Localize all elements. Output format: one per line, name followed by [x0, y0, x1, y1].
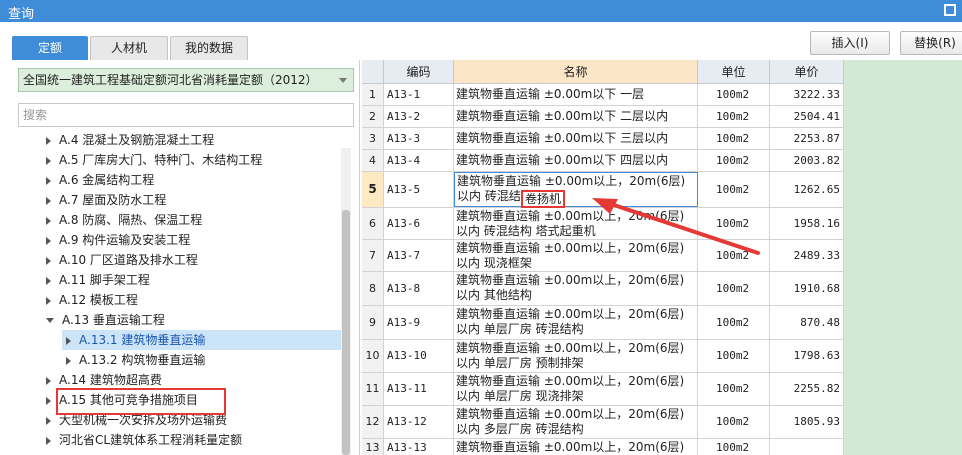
tree-item-expanded[interactable]: A.13 垂直运输工程 [46, 310, 165, 330]
column-header-unit[interactable]: 单位 [698, 60, 770, 84]
tab-materials[interactable]: 人材机 [90, 36, 168, 60]
column-header-price[interactable]: 单价 [770, 60, 844, 84]
tree-item[interactable]: A.5 厂库房大门、特种门、木结构工程 [46, 150, 262, 170]
expand-icon[interactable] [46, 276, 51, 285]
expand-icon[interactable] [66, 356, 71, 365]
left-panel: 全国统一建筑工程基础定额河北省消耗量定额（2012） A.4 混凝土及钢筋混凝土… [10, 60, 360, 455]
side-panel [844, 60, 962, 455]
tree-item[interactable]: A.7 屋面及防水工程 [46, 190, 166, 210]
tree-item[interactable]: A.11 脚手架工程 [46, 270, 150, 290]
expand-icon[interactable] [46, 176, 51, 185]
tree-item[interactable]: A.9 构件运输及安装工程 [46, 230, 190, 250]
table-row[interactable]: 1 A13-1 建筑物垂直运输 ±0.00m以下 一层 100m2 3222.3… [362, 84, 844, 106]
quota-grid: 编码 名称 单位 单价 1 A13-1 建筑物垂直运输 ±0.00m以下 一层 … [362, 60, 844, 455]
expand-icon[interactable] [66, 336, 71, 345]
tree-item-selected[interactable]: A.13.1 建筑物垂直运输 [62, 330, 342, 350]
expand-icon[interactable] [46, 216, 51, 225]
expand-icon[interactable] [46, 436, 51, 445]
search-input[interactable] [18, 103, 354, 127]
table-row[interactable]: 13 A13-13 建筑物垂直运输 ±0.00m以上，20m(6层)以 100m… [362, 439, 844, 455]
table-row[interactable]: 9 A13-9 建筑物垂直运输 ±0.00m以上，20m(6层)以内 单层厂房 … [362, 306, 844, 340]
tree-scrollbar[interactable] [341, 148, 351, 455]
tree-item[interactable]: A.12 模板工程 [46, 290, 138, 310]
expand-icon[interactable] [46, 396, 51, 405]
table-row[interactable]: 3 A13-3 建筑物垂直运输 ±0.00m以下 三层以内 100m2 2253… [362, 128, 844, 150]
column-header-name[interactable]: 名称 [454, 60, 698, 84]
window-titlebar: 查询 [0, 0, 962, 22]
tab-quota[interactable]: 定额 [12, 36, 88, 60]
quota-tree: A.4 混凝土及钢筋混凝土工程 A.5 厂库房大门、特种门、木结构工程 A.6 … [10, 130, 342, 455]
grid-corner [362, 60, 384, 84]
table-row[interactable]: 12 A13-12 建筑物垂直运输 ±0.00m以上，20m(6层)以内 多层厂… [362, 406, 844, 439]
table-row[interactable]: 7 A13-7 建筑物垂直运输 ±0.00m以上，20m(6层)以内 现浇框架 … [362, 240, 844, 272]
tree-item[interactable]: A.10 厂区道路及排水工程 [46, 250, 198, 270]
annotation-highlight-box [56, 388, 226, 415]
window-title: 查询 [8, 7, 35, 22]
replace-button[interactable]: 替换(R) [900, 31, 962, 55]
tree-item[interactable]: A.6 金属结构工程 [46, 170, 154, 190]
tree-item[interactable]: 河北省CL建筑体系工程消耗量定额 [46, 430, 242, 450]
top-toolbar: 定额 人材机 我的数据 插入(I) 替换(R) [0, 22, 962, 60]
annotation-highlight-term: 卷扬机 [521, 190, 566, 208]
expand-icon[interactable] [46, 236, 51, 245]
table-row-selected[interactable]: 5 A13-5 建筑物垂直运输 ±0.00m以上，20m(6层)以内 砖混结构 … [362, 172, 844, 208]
expand-icon[interactable] [46, 156, 51, 165]
tree-item[interactable]: A.8 防腐、隔热、保温工程 [46, 210, 202, 230]
tab-my-data[interactable]: 我的数据 [170, 36, 248, 60]
column-header-code[interactable]: 编码 [384, 60, 454, 84]
table-row[interactable]: 6 A13-6 建筑物垂直运输 ±0.00m以上，20m(6层)以内 砖混结构 … [362, 208, 844, 240]
scrollbar-thumb[interactable] [342, 210, 350, 455]
expand-icon[interactable] [46, 196, 51, 205]
expand-icon[interactable] [46, 296, 51, 305]
expand-icon[interactable] [46, 416, 51, 425]
expand-icon[interactable] [46, 376, 51, 385]
library-select[interactable]: 全国统一建筑工程基础定额河北省消耗量定额（2012） [18, 68, 354, 92]
collapse-icon[interactable] [46, 318, 54, 323]
tree-item[interactable]: A.4 混凝土及钢筋混凝土工程 [46, 130, 214, 150]
library-select-value: 全国统一建筑工程基础定额河北省消耗量定额（2012） [23, 73, 318, 87]
maximize-icon[interactable] [944, 4, 956, 16]
table-row[interactable]: 11 A13-11 建筑物垂直运输 ±0.00m以上，20m(6层)以内 单层厂… [362, 373, 844, 406]
expand-icon[interactable] [46, 256, 51, 265]
table-row[interactable]: 2 A13-2 建筑物垂直运输 ±0.00m以下 二层以内 100m2 2504… [362, 106, 844, 128]
table-row[interactable]: 10 A13-10 建筑物垂直运输 ±0.00m以上，20m(6层)以内 单层厂… [362, 340, 844, 373]
table-row[interactable]: 8 A13-8 建筑物垂直运输 ±0.00m以上，20m(6层)以内 其他结构 … [362, 272, 844, 306]
chevron-down-icon[interactable] [339, 78, 347, 83]
insert-button[interactable]: 插入(I) [810, 31, 890, 55]
expand-icon[interactable] [46, 136, 51, 145]
table-row[interactable]: 4 A13-4 建筑物垂直运输 ±0.00m以下 四层以内 100m2 2003… [362, 150, 844, 172]
tree-item[interactable]: A.13.2 构筑物垂直运输 [66, 350, 205, 370]
tree-item[interactable]: A.14 建筑物超高费 [46, 370, 162, 390]
